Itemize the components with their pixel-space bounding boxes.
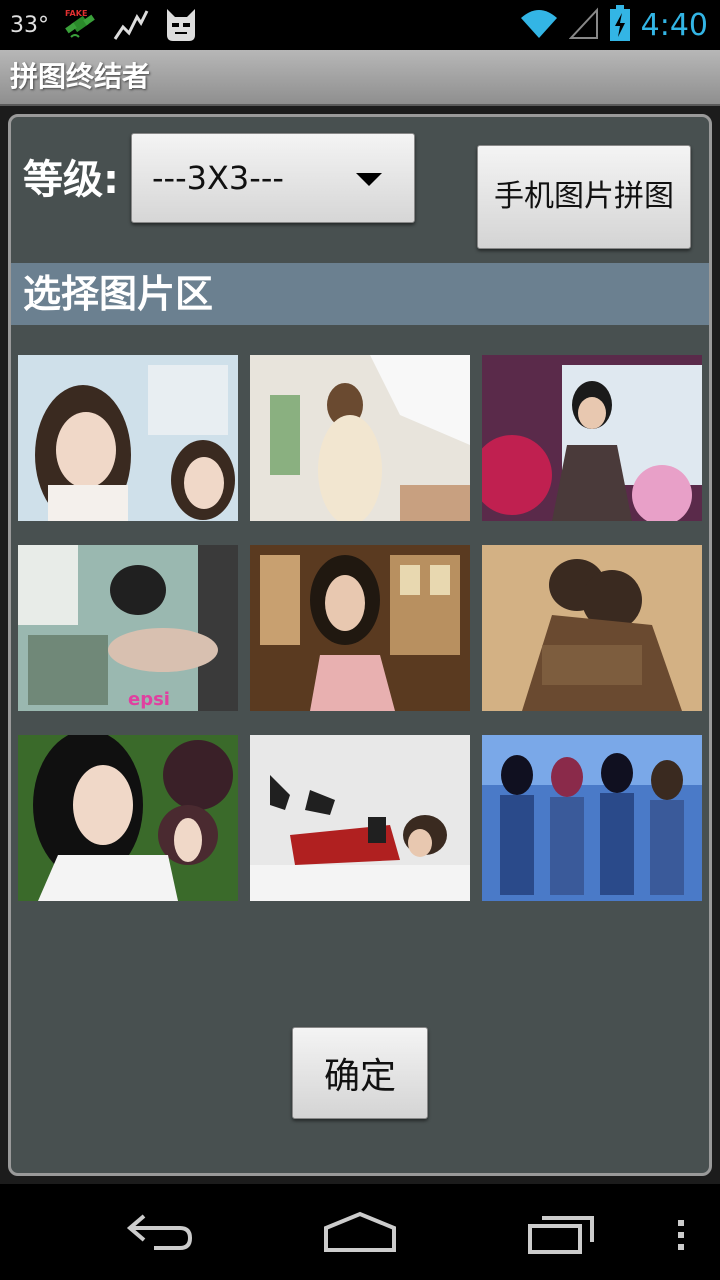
navigation-bar [0, 1184, 720, 1280]
activity-graph-icon [113, 7, 149, 43]
main-panel: 等级: ---3X3--- 手机图片拼图 选择图片区 epsi 确定 [8, 114, 712, 1176]
phone-picture-puzzle-button[interactable]: 手机图片拼图 [477, 145, 691, 249]
home-icon[interactable] [322, 1206, 398, 1260]
gallery-image-6[interactable] [482, 545, 702, 711]
select-picture-section-header: 选择图片区 [11, 263, 709, 325]
menu-icon[interactable] [674, 1206, 688, 1260]
section-title: 选择图片区 [23, 272, 214, 316]
level-label: 等级: [23, 157, 119, 203]
gallery-image-1[interactable] [18, 355, 238, 521]
status-left: 33° FAKE [10, 0, 199, 50]
temperature-text: 33° [10, 12, 49, 38]
gallery-image-3[interactable] [482, 355, 702, 521]
level-spinner[interactable]: ---3X3--- [131, 133, 415, 223]
level-spinner-value: ---3X3--- [152, 159, 284, 197]
wifi-icon [519, 6, 559, 44]
gallery-image-2[interactable] [250, 355, 470, 521]
dropdown-arrow-icon [356, 173, 382, 186]
status-bar: 33° FAKE 4:40 [0, 0, 720, 50]
recent-apps-icon[interactable] [526, 1206, 598, 1260]
clock-text: 4:40 [640, 7, 708, 43]
screen: 33° FAKE 4:40 拼图终结者 等级: ---3X3--- 手机图片拼图… [0, 0, 720, 1280]
app-title: 拼图终结者 [10, 60, 151, 93]
svg-text:FAKE: FAKE [65, 9, 87, 18]
gallery-image-9[interactable] [482, 735, 702, 901]
cyanogen-mascot-icon [163, 7, 199, 43]
confirm-button[interactable]: 确定 [292, 1027, 428, 1119]
battery-charging-icon [609, 5, 631, 45]
gallery-image-5[interactable] [250, 545, 470, 711]
title-bar: 拼图终结者 [0, 50, 720, 106]
fake-gps-icon: FAKE [63, 7, 99, 43]
status-right: 4:40 [519, 0, 708, 50]
gallery-image-7[interactable] [18, 735, 238, 901]
gallery-image-4[interactable]: epsi [18, 545, 238, 711]
signal-icon [568, 6, 599, 44]
svg-text:epsi: epsi [128, 689, 170, 710]
back-icon[interactable] [124, 1206, 196, 1260]
gallery-image-8[interactable] [250, 735, 470, 901]
